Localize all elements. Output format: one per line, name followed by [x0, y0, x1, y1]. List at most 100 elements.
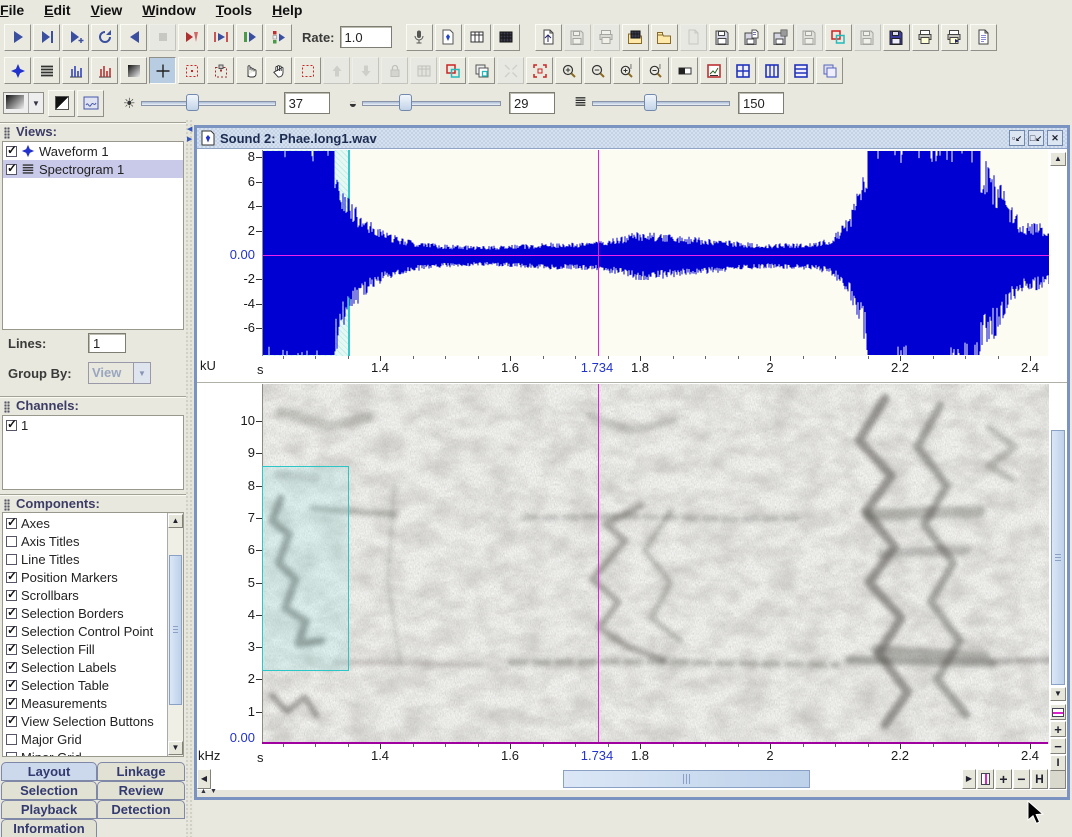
zoom-out-frequency-button[interactable]: − [1050, 738, 1066, 754]
clear-selection-button[interactable] [294, 57, 321, 84]
print-page-button[interactable] [912, 24, 939, 51]
menu-window[interactable]: Window [132, 1, 206, 19]
brightness-slider-value[interactable] [284, 92, 330, 114]
bottom-splitter[interactable]: ▲ ▼ [197, 790, 1067, 797]
menu-tools[interactable]: Tools [206, 1, 262, 19]
selection-spectrum-view-button[interactable] [91, 57, 118, 84]
save-table-button[interactable] [767, 24, 794, 51]
checkbox[interactable] [6, 554, 17, 565]
spectrogram-parameters-button[interactable] [77, 90, 104, 117]
list-item-line-titles[interactable]: Line Titles [3, 550, 167, 568]
play-loop-button[interactable] [91, 24, 118, 51]
print-preview-button[interactable] [941, 24, 968, 51]
play-visible-button[interactable] [236, 24, 263, 51]
data-table-button[interactable] [493, 24, 520, 51]
save-sound-as-button[interactable] [738, 24, 765, 51]
expand-right-icon[interactable]: ▶ [187, 136, 192, 143]
position-marker-pane-button[interactable] [977, 769, 994, 789]
tab-linkage[interactable]: Linkage [97, 762, 185, 781]
list-item-measurements[interactable]: Measurements [3, 694, 167, 712]
list-item-selection-fill[interactable]: Selection Fill [3, 640, 167, 658]
contrast-slider-thumb[interactable] [399, 94, 412, 111]
scroll-down-icon[interactable]: ▼ [1050, 687, 1066, 701]
menu-edit[interactable]: Edit [34, 1, 80, 19]
scrollbar-thumb[interactable] [169, 555, 182, 705]
zoom-in-x-button[interactable]: I [613, 57, 640, 84]
tab-selection[interactable]: Selection [1, 781, 97, 800]
spectrogram-selection[interactable] [262, 466, 349, 671]
play-to-selection-end-button[interactable] [33, 24, 60, 51]
spectrogram-view-button[interactable] [33, 57, 60, 84]
smoothing-slider[interactable] [592, 92, 730, 114]
position-marker-line[interactable] [598, 150, 599, 356]
list-item-selection-borders[interactable]: Selection Borders [3, 604, 167, 622]
list-item-selection-table[interactable]: Selection Table [3, 676, 167, 694]
checkbox[interactable] [6, 146, 17, 157]
list-item-selection-labels[interactable]: Selection Labels [3, 658, 167, 676]
annotation-tool-button[interactable] [207, 57, 234, 84]
contrast-button[interactable] [671, 57, 698, 84]
zoom-out-time-button[interactable]: − [1013, 769, 1030, 789]
checkbox[interactable] [6, 572, 17, 583]
selection-tool-button[interactable] [178, 57, 205, 84]
sound-window-titlebar[interactable]: Sound 2: Phae.long1.wav ▫↙ □↙ ✕ [197, 128, 1067, 149]
invert-colormap-button[interactable] [48, 90, 75, 117]
spectrogram-plot[interactable] [262, 384, 1048, 744]
checkbox[interactable] [6, 662, 17, 673]
list-item-1[interactable]: 1 [3, 416, 183, 434]
checkbox[interactable] [6, 698, 17, 709]
play-append-button[interactable] [62, 24, 89, 51]
minimize-button[interactable]: ▫↙ [1009, 130, 1025, 146]
list-item-spectrogram-1[interactable]: Spectrogram 1 [3, 160, 183, 178]
zoom-in-time-button[interactable]: + [995, 769, 1012, 789]
position-marker-line[interactable] [598, 384, 599, 744]
zoom-fit-frequency-button[interactable]: I [1050, 755, 1066, 771]
grab-tool-button[interactable] [265, 57, 292, 84]
tab-playback[interactable]: Playback [1, 800, 97, 819]
save-sound-button[interactable] [709, 24, 736, 51]
scrollbar-thumb[interactable] [563, 770, 810, 788]
drag-grip-icon[interactable] [4, 127, 10, 139]
selection-table-button[interactable] [464, 24, 491, 51]
colormap-selector[interactable]: ▼ [3, 92, 44, 114]
record-to-file-button[interactable] [435, 24, 462, 51]
checkbox[interactable] [6, 680, 17, 691]
layout-rows-button[interactable] [787, 57, 814, 84]
point-tool-button[interactable] [236, 57, 263, 84]
scroll-up-icon[interactable]: ▲ [168, 514, 183, 528]
crosshair-tool-button[interactable] [149, 57, 176, 84]
scroll-right-icon[interactable]: ▶ [962, 769, 976, 789]
play-reverse-button[interactable] [120, 24, 147, 51]
list-item-axes[interactable]: Axes [3, 514, 167, 532]
zoom-to-selection-button[interactable] [526, 57, 553, 84]
scroll-down-icon[interactable]: ▼ [168, 741, 183, 755]
menu-view[interactable]: View [81, 1, 133, 19]
open-workspace-button[interactable] [651, 24, 678, 51]
tab-information[interactable]: Information [1, 819, 97, 837]
menu-help[interactable]: Help [262, 1, 312, 19]
tab-layout[interactable]: Layout [1, 762, 97, 781]
list-item-selection-control-point[interactable]: Selection Control Point [3, 622, 167, 640]
layout-cascade-button[interactable] [816, 57, 843, 84]
drag-grip-icon[interactable] [4, 401, 10, 413]
drag-grip-icon[interactable] [4, 499, 10, 511]
play-filtered-button[interactable] [178, 24, 205, 51]
smoothing-slider-value[interactable] [738, 92, 784, 114]
lines-input[interactable] [88, 333, 126, 353]
zoom-out-button[interactable] [584, 57, 611, 84]
close-button[interactable]: ✕ [1047, 130, 1063, 146]
list-item-axis-titles[interactable]: Axis Titles [3, 532, 167, 550]
scrollbar-thumb[interactable] [1051, 430, 1065, 685]
checkbox[interactable] [6, 164, 17, 175]
save-workspace-button[interactable] [883, 24, 910, 51]
checkbox[interactable] [6, 518, 17, 529]
menu-file[interactable]: File [0, 1, 34, 19]
copy-selection-tool-button[interactable] [439, 57, 466, 84]
copy-selection-button[interactable] [825, 24, 852, 51]
waveform-view-button[interactable] [4, 57, 31, 84]
page-setup-button[interactable] [970, 24, 997, 51]
export-image-button[interactable] [535, 24, 562, 51]
list-item-position-markers[interactable]: Position Markers [3, 568, 167, 586]
list-item-scrollbars[interactable]: Scrollbars [3, 586, 167, 604]
layout-columns-button[interactable] [758, 57, 785, 84]
